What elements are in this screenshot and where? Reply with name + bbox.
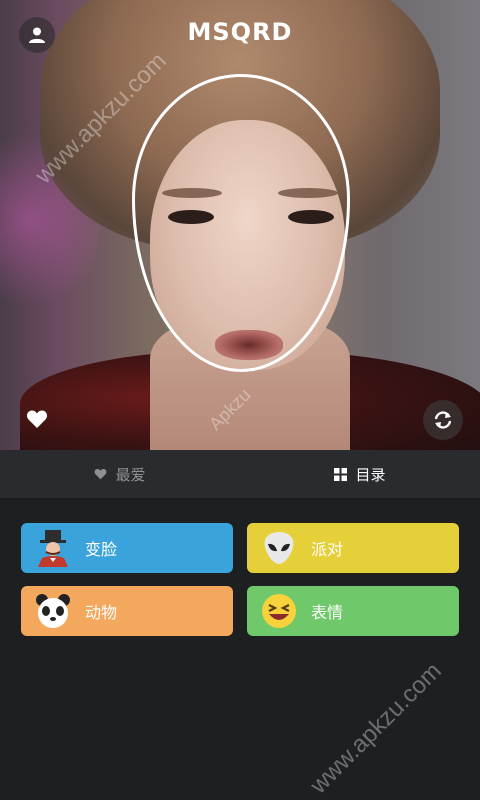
top-bar: MSQRD (0, 0, 480, 70)
app-logo: MSQRD (187, 18, 293, 46)
magician-icon (33, 528, 73, 568)
laughing-emoji-icon (259, 591, 299, 631)
tab-bar: 最爱 目录 (0, 450, 480, 499)
heart-icon (26, 410, 48, 428)
alien-icon (259, 528, 299, 568)
heart-icon (95, 468, 107, 480)
watermark-bottom: www.apkzu.com (305, 657, 447, 800)
camera-switch-icon (434, 411, 452, 429)
tab-favorites-label: 最爱 (115, 465, 146, 484)
category-animals-label: 动物 (85, 603, 118, 622)
category-emotions-label: 表情 (311, 603, 344, 622)
category-party[interactable]: 派对 (247, 523, 459, 573)
switch-camera-button[interactable] (423, 400, 463, 440)
grid-icon (334, 467, 348, 481)
camera-preview[interactable]: www.apkzu.com Apkzu MSQRD (0, 0, 480, 450)
category-face-swap[interactable]: 变脸 (21, 523, 233, 573)
tab-catalog[interactable]: 目录 (240, 450, 480, 498)
favorite-button[interactable] (22, 404, 52, 434)
tab-catalog-label: 目录 (355, 465, 386, 484)
category-emotions[interactable]: 表情 (247, 586, 459, 636)
category-party-label: 派对 (311, 540, 344, 559)
tab-favorites[interactable]: 最爱 (0, 450, 240, 498)
category-face-swap-label: 变脸 (85, 540, 118, 559)
category-animals[interactable]: 动物 (21, 586, 233, 636)
panda-icon (33, 591, 73, 631)
